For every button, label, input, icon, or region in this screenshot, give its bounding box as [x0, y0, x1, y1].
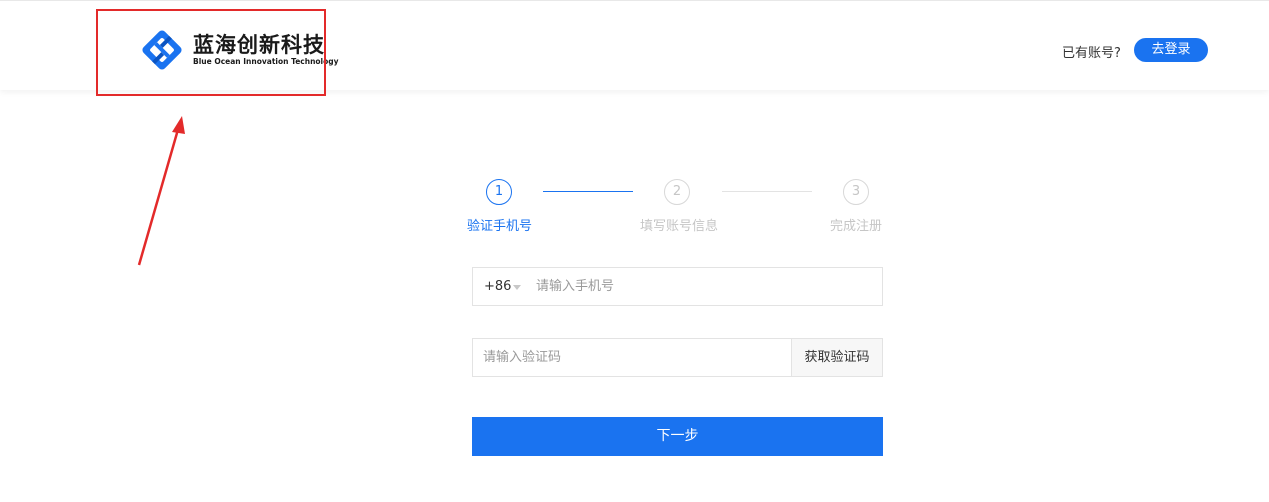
step-2-label: 填写账号信息: [640, 219, 719, 234]
login-button[interactable]: 去登录: [1134, 38, 1208, 62]
phone-input[interactable]: [536, 268, 866, 305]
step-2-circle: 2: [664, 179, 690, 205]
phone-field: +86: [472, 267, 883, 306]
annotation-highlight-box: [96, 9, 326, 96]
country-code-select[interactable]: +86: [484, 279, 511, 294]
verify-code-input[interactable]: [483, 339, 783, 376]
step-1-circle: 1: [486, 179, 512, 205]
get-code-button[interactable]: 获取验证码: [791, 339, 882, 376]
register-page: 蓝海创新科技 Blue Ocean Innovation Technology …: [0, 0, 1269, 502]
verify-code-field: 获取验证码: [472, 338, 883, 377]
step-1-label: 验证手机号: [467, 219, 533, 234]
step-1-connector: [543, 191, 633, 192]
has-account-text: 已有账号?: [1062, 46, 1121, 61]
step-3-circle: 3: [843, 179, 869, 205]
next-step-button[interactable]: 下一步: [472, 417, 883, 456]
chevron-down-icon[interactable]: [513, 285, 521, 290]
step-3-label: 完成注册: [830, 219, 883, 234]
step-2-connector: [722, 191, 812, 192]
